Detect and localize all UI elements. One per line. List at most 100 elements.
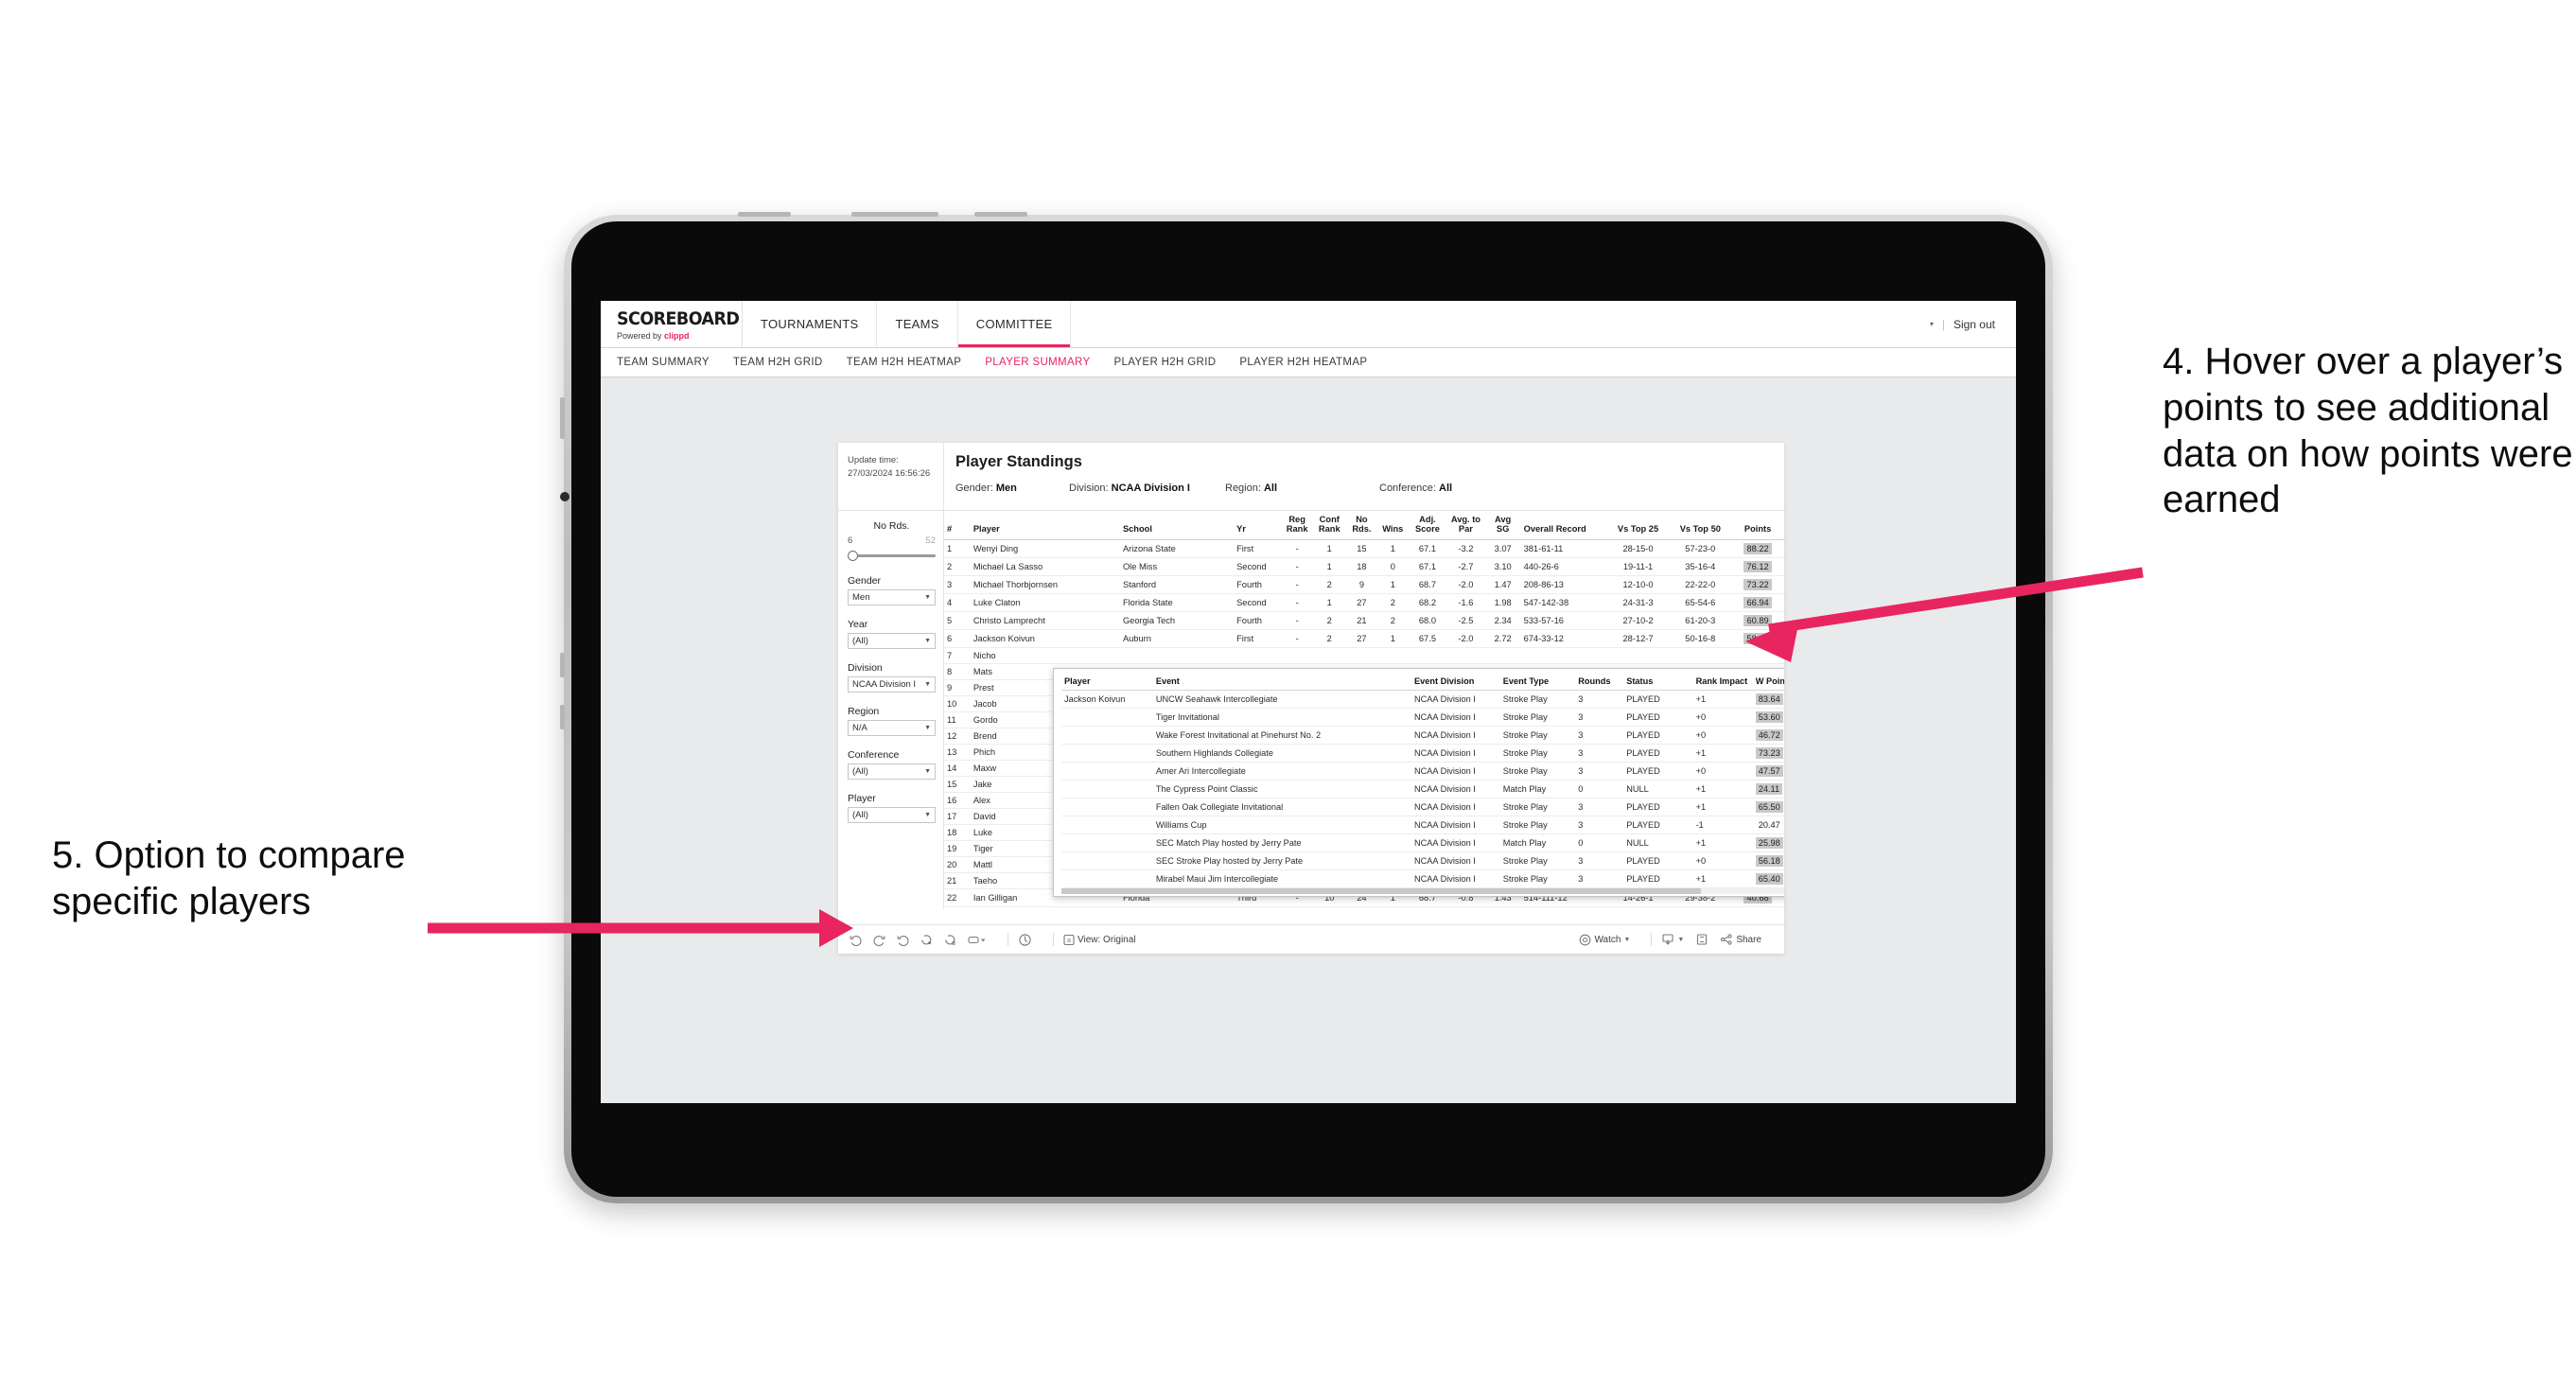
sub-nav-team-summary[interactable]: TEAM SUMMARY — [617, 357, 710, 368]
tip-cell-type: Stroke Play — [1499, 690, 1576, 710]
points-value[interactable]: 73.22 — [1744, 578, 1772, 590]
revert-icon[interactable] — [897, 934, 909, 946]
col-points[interactable]: Points — [1731, 511, 1784, 540]
cell-no-rds: 27 — [1345, 593, 1377, 612]
standings-table-wrap[interactable]: # Player School Yr Reg Rank Conf Rank No… — [944, 511, 1784, 909]
cell-wins: 2 — [1376, 611, 1409, 630]
tip-cell-rounds: 3 — [1575, 798, 1624, 817]
undo-icon[interactable] — [850, 934, 862, 946]
refresh-data-icon[interactable] — [920, 934, 933, 946]
chevron-down-icon: ▼ — [924, 725, 931, 731]
col-avg-sg[interactable]: Avg SG — [1484, 511, 1521, 540]
cell-adj-score: 68.5 — [1408, 906, 1447, 909]
tip-cell-division: NCAA Division I — [1411, 780, 1500, 799]
points-value[interactable]: 60.89 — [1744, 614, 1772, 626]
col-conf-rank[interactable]: Conf Rank — [1312, 511, 1346, 540]
tooltip-w-points-value: 24.11 — [1755, 783, 1783, 796]
table-row[interactable]: 5 Christo Lamprecht Georgia Tech Fourth -2 21… — [944, 611, 1784, 630]
cell-points: 60.89 — [1731, 611, 1784, 630]
tip-col-player: Player — [1061, 675, 1153, 692]
tip-cell-status: NULL — [1623, 833, 1693, 853]
filter-division-select[interactable]: NCAA Division I ▼ — [848, 676, 936, 693]
table-row[interactable]: 4 Luke Claton Florida State Second -1 27 2 68.2… — [944, 593, 1784, 612]
points-value[interactable]: 88.22 — [1744, 542, 1772, 554]
tooltip-hscroll-thumb[interactable] — [1061, 888, 1701, 895]
sub-nav-player-h2h-grid[interactable]: PLAYER H2H GRID — [1113, 357, 1216, 368]
rounds-slider[interactable] — [848, 549, 936, 562]
player-standings-card: Update time: 27/03/2024 16:56:26 Player … — [838, 443, 1784, 954]
tooltip-row: Amer Ari Intercollegiate NCAA Division IS… — [1061, 762, 1784, 781]
cell-conf-rank: 2 — [1312, 575, 1346, 594]
col-vs-top-50[interactable]: Vs Top 50 — [1669, 511, 1732, 540]
tooltip-horizontal-scrollbar[interactable] — [1061, 888, 1784, 895]
sub-nav-player-h2h-heatmap[interactable]: PLAYER H2H HEATMAP — [1239, 357, 1367, 368]
redo-icon[interactable] — [873, 934, 885, 946]
filter-year-select[interactable]: (All) ▼ — [848, 633, 936, 649]
table-row[interactable]: 3 Michael Thorbjornsen Stanford Fourth -2 9 1 6… — [944, 575, 1784, 594]
points-value[interactable]: 58.18 — [1744, 632, 1772, 644]
tooltip-row: The Cypress Point Classic NCAA Division I… — [1061, 780, 1784, 799]
tablet-button-top-2 — [851, 212, 938, 217]
chevron-down-icon: ▼ — [924, 768, 931, 775]
chevron-down-icon[interactable]: ▾ — [1930, 320, 1934, 328]
table-row[interactable]: 7 Nicho — [944, 647, 1784, 664]
cell-points: 66.94 — [1731, 593, 1784, 612]
cell-reg-rank: - — [1281, 611, 1313, 630]
sub-nav-team-h2h-grid[interactable]: TEAM H2H GRID — [733, 357, 823, 368]
tip-cell-impact: +1 — [1692, 744, 1753, 763]
main-nav-tournaments[interactable]: TOURNAMENTS — [743, 301, 878, 347]
col-school[interactable]: School — [1119, 511, 1235, 540]
rounds-slider-handle[interactable] — [848, 551, 858, 561]
device-layout-icon[interactable] — [968, 934, 987, 946]
pause-auto-update-icon[interactable] — [1018, 933, 1032, 947]
table-row[interactable]: 23Jack LundinMissouriFourth-1124068.5-2.… — [944, 906, 1784, 909]
fullscreen-icon[interactable] — [1695, 933, 1709, 946]
tip-cell-impact: +1 — [1692, 798, 1753, 817]
filter-region-select[interactable]: N/A ▼ — [848, 720, 936, 736]
share-button[interactable]: Share — [1720, 933, 1761, 946]
col-reg-rank[interactable]: Reg Rank — [1281, 511, 1313, 540]
points-value[interactable]: 66.94 — [1744, 596, 1772, 608]
filter-region: Region N/A ▼ — [848, 706, 936, 736]
col-no-rds[interactable]: No Rds. — [1345, 511, 1377, 540]
col-overall-record[interactable]: Overall Record — [1520, 511, 1607, 540]
table-row[interactable]: 2 Michael La Sasso Ole Miss Second -1 18 0 67.1… — [944, 557, 1784, 576]
points-value[interactable]: 76.12 — [1744, 560, 1772, 572]
tip-col-status: Status — [1623, 675, 1693, 692]
filter-summary-region-label: Region: — [1225, 482, 1261, 494]
filter-conference-select[interactable]: (All) ▼ — [848, 763, 936, 780]
cell-adj-score: 67.5 — [1408, 629, 1447, 648]
cell-avg-sg — [1484, 647, 1521, 664]
watch-button[interactable]: Watch ▼ — [1579, 934, 1630, 946]
pause-updates-icon[interactable] — [944, 934, 956, 946]
sub-nav-team-h2h-heatmap[interactable]: TEAM H2H HEATMAP — [847, 357, 962, 368]
sub-nav-player-summary[interactable]: PLAYER SUMMARY — [985, 357, 1090, 368]
col-player[interactable]: Player — [970, 511, 1120, 540]
table-row[interactable]: 1 Wenyi Ding Arizona State First -1 15 1 67.1 -3… — [944, 539, 1784, 558]
cell-wins — [1376, 647, 1409, 664]
main-nav-committee[interactable]: COMMITTEE — [957, 301, 1072, 347]
tip-cell-division: NCAA Division I — [1411, 744, 1500, 763]
col-avg-to-par[interactable]: Avg. to Par — [1446, 511, 1485, 540]
table-row[interactable]: 6 Jackson Koivun Auburn First -2 27 1 67.5 -2.0 2… — [944, 629, 1784, 648]
col-rank[interactable]: # — [944, 511, 971, 540]
cell-rank: 19 — [944, 840, 971, 857]
download-icon[interactable]: ▼ — [1661, 933, 1684, 946]
col-wins[interactable]: Wins — [1376, 511, 1409, 540]
filter-gender-select[interactable]: Men ▼ — [848, 589, 936, 605]
tip-cell-w-points: 25.98 — [1752, 833, 1784, 853]
cell-avg-to-par: -2.0 — [1446, 629, 1485, 648]
main-nav-teams[interactable]: TEAMS — [877, 301, 958, 347]
filter-player-select[interactable]: (All) ▼ — [848, 807, 936, 823]
view-original-button[interactable]: a View: Original — [1063, 934, 1136, 946]
watch-label: Watch — [1594, 934, 1621, 945]
tooltip-row: Tiger Invitational NCAA Division I Stroke … — [1061, 708, 1784, 728]
sign-out-link[interactable]: Sign out — [1954, 318, 1995, 331]
col-adj-score[interactable]: Adj. Score — [1408, 511, 1447, 540]
brand-logo[interactable]: SCOREBOARD Powered by clippd — [601, 301, 743, 347]
cell-vs-top-50: 26-27-2 — [1669, 906, 1732, 909]
col-vs-top-25[interactable]: Vs Top 25 — [1606, 511, 1670, 540]
cell-no-rds: 27 — [1345, 629, 1377, 648]
col-yr[interactable]: Yr — [1234, 511, 1282, 540]
tooltip-row: Southern Highlands Collegiate NCAA Divisi… — [1061, 744, 1784, 763]
